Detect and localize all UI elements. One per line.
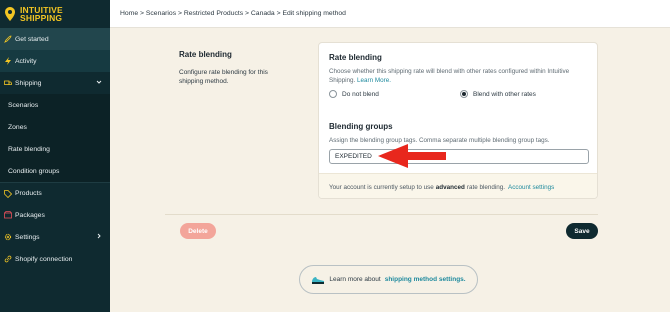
sidebar: INTUITIVE SHIPPING Get started Activity … xyxy=(0,0,110,312)
sidebar-item-label: Shopify connection xyxy=(15,255,73,263)
blending-groups-title: Blending groups xyxy=(329,122,393,131)
sidebar-item-label: Rate blending xyxy=(8,145,50,153)
location-pin-icon xyxy=(5,7,15,21)
gear-icon xyxy=(4,233,12,241)
rocket-icon xyxy=(4,35,12,43)
sidebar-item-label: Products xyxy=(15,190,42,197)
divider xyxy=(165,214,598,215)
sidebar-item-condition-groups[interactable]: Condition groups xyxy=(0,160,110,182)
shoe-icon xyxy=(312,276,325,284)
breadcrumb: Home > Scenarios > Restricted Products >… xyxy=(110,0,670,28)
sidebar-item-settings[interactable]: Settings xyxy=(0,226,110,248)
tag-icon xyxy=(4,189,12,198)
lightning-icon xyxy=(4,57,12,65)
sidebar-item-zones[interactable]: Zones xyxy=(0,116,110,138)
sidebar-item-shipping[interactable]: Shipping xyxy=(0,72,110,94)
sidebar-item-label: Packages xyxy=(15,211,45,219)
shipping-method-settings-link[interactable]: shipping method settings. xyxy=(385,276,466,283)
breadcrumb-text[interactable]: Home > Scenarios > Restricted Products >… xyxy=(120,10,346,17)
learn-more-text: Learn more about xyxy=(329,276,381,283)
link-icon xyxy=(4,255,12,263)
card-title: Rate blending xyxy=(329,53,382,62)
section-title: Rate blending xyxy=(179,50,232,59)
sidebar-item-products[interactable]: Products xyxy=(0,182,110,204)
truck-icon xyxy=(4,79,12,87)
sidebar-item-label: Shipping xyxy=(15,79,42,87)
sidebar-item-rate-blending[interactable]: Rate blending xyxy=(0,138,110,160)
sidebar-item-label: Activity xyxy=(15,57,37,65)
section-description: Configure rate blending for this shippin… xyxy=(179,69,268,85)
card-footer: Your account is currently setup to use a… xyxy=(319,173,597,198)
card-help: Choose whether this shipping rate will b… xyxy=(329,68,591,85)
box-icon xyxy=(4,211,12,219)
blending-groups-input[interactable]: EXPEDITED xyxy=(329,149,589,164)
learn-more-link[interactable]: Learn More. xyxy=(357,77,391,84)
chevron-down-icon xyxy=(96,80,102,84)
sidebar-item-shopify-connection[interactable]: Shopify connection xyxy=(0,248,110,270)
logo[interactable]: INTUITIVE SHIPPING xyxy=(0,0,110,28)
save-button[interactable]: Save xyxy=(566,223,598,239)
arrow-annotation-icon xyxy=(378,144,446,168)
logo-line2: SHIPPING xyxy=(20,13,63,23)
learn-more-banner[interactable]: Learn more about shipping method setting… xyxy=(299,265,478,294)
sidebar-item-packages[interactable]: Packages xyxy=(0,204,110,226)
sidebar-item-label: Get started xyxy=(15,35,49,43)
account-settings-link[interactable]: Account settings xyxy=(508,184,554,191)
delete-button[interactable]: Delete xyxy=(180,223,216,239)
sidebar-item-activity[interactable]: Activity xyxy=(0,50,110,72)
sidebar-item-scenarios[interactable]: Scenarios xyxy=(0,94,110,116)
radio-label: Blend with other rates xyxy=(473,90,536,98)
radio-label: Do not blend xyxy=(342,90,379,98)
sidebar-item-get-started[interactable]: Get started xyxy=(0,28,110,50)
radio-do-not-blend[interactable]: Do not blend xyxy=(329,90,379,98)
footer-bold: advanced xyxy=(435,183,465,191)
blending-groups-value: EXPEDITED xyxy=(335,153,372,160)
radio-blend-with-other-rates[interactable]: Blend with other rates xyxy=(460,90,536,98)
radio-circle[interactable] xyxy=(329,90,337,98)
rate-blending-card: Rate blending Choose whether this shippi… xyxy=(318,42,598,199)
radio-circle-selected[interactable] xyxy=(460,90,468,98)
footer-text-end: rate blending. xyxy=(466,183,506,191)
footer-text: Your account is currently setup to use xyxy=(329,183,434,191)
chevron-right-icon xyxy=(97,233,101,239)
sidebar-item-label: Zones xyxy=(8,123,27,131)
sidebar-item-label: Settings xyxy=(15,233,40,241)
sidebar-item-label: Scenarios xyxy=(8,101,39,109)
sidebar-item-label: Condition groups xyxy=(8,167,60,175)
